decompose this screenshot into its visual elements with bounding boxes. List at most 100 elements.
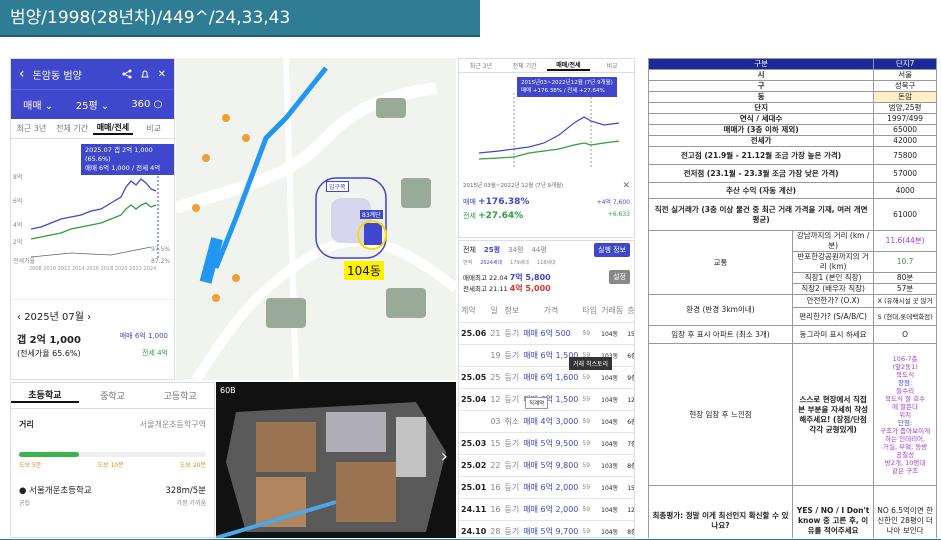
analysis-row: 구 성북구 bbox=[648, 80, 937, 92]
filter-trade[interactable]: 매매 ⌄ bbox=[11, 97, 65, 112]
analysis-row: 동 돈암 bbox=[648, 91, 937, 103]
tab-all[interactable]: 전체 기간 bbox=[503, 61, 547, 70]
share-icon[interactable] bbox=[122, 69, 132, 79]
page-title: 범양/1998(28년차)/449^/24,33,43 bbox=[0, 0, 480, 37]
row-value: 65000 bbox=[873, 124, 937, 136]
deal-cell: 28 bbox=[488, 520, 503, 537]
next-icon[interactable]: › bbox=[441, 446, 448, 467]
chart-tooltip: 2025.07 갭 2억 1,000 (65.6%) 매매 6억 1,000 / … bbox=[81, 144, 174, 175]
walk-bar bbox=[19, 452, 206, 457]
analysis-row: 전고점 (21.9월 - 21.12월 조금 가장 높은 가격) 75800 bbox=[648, 146, 937, 165]
deal-cell: 24.11 bbox=[459, 498, 489, 521]
tab-compare[interactable]: 비교 bbox=[133, 123, 174, 134]
row-traffic-1: 교통 강남까지의 거리 (km / 분) 11.6(44분) bbox=[648, 230, 937, 295]
distance-label: 거리 bbox=[19, 420, 34, 429]
phone-filters: 매매 ⌄ 25평 ⌄ 360 ○ bbox=[11, 89, 174, 119]
price-phone-panel: ‹ 돈암동 범양 ✕ 매매 ⌄ 25평 ⌄ 360 ○ 최근 3년 전체 기간 … bbox=[10, 58, 175, 380]
deal-cell: 22 bbox=[488, 454, 503, 477]
analysis-row: 전저점 (23.1월 - 23.3월 조금 가장 낮은 가격) 57000 bbox=[648, 164, 937, 183]
school-panel: 초등학교 중학교 고등학교 거리 서울개운초등학구역 도보 5분 도보 10분 도보 … bbox=[10, 382, 215, 538]
deal-cell: 등기 bbox=[502, 344, 522, 367]
row-label: 단지 bbox=[648, 102, 875, 114]
deal-row[interactable]: 24.1028등기매매 5억 9,70059104동8층 bbox=[459, 520, 634, 537]
deal-cell: 15층 bbox=[625, 476, 634, 499]
tab-elementary[interactable]: 초등학교 bbox=[11, 388, 79, 403]
ytick: 87.2% bbox=[151, 258, 170, 265]
tab-3y[interactable]: 최근 3년 bbox=[459, 61, 503, 70]
feel-line: 하는 인테리어, bbox=[885, 434, 926, 443]
phone-tabs: 최근 3년 전체 기간 매매/전세 비교 bbox=[11, 119, 174, 139]
feel-line: 방2개, 10평대 bbox=[884, 458, 926, 467]
deal-cell bbox=[459, 410, 489, 433]
deal-row[interactable]: 25.0621등기매매 6억 50059104동15층 bbox=[459, 322, 634, 345]
compare-tooltip: 2015년03~2022년12월 (7년 9개월) 매매 +176.38% / 전… bbox=[517, 77, 617, 97]
deal-cell: 59 bbox=[580, 476, 600, 499]
deal-cell: 16 bbox=[488, 498, 503, 521]
tab-all-size[interactable]: 전체 bbox=[463, 245, 476, 255]
deal-cell: 취소 bbox=[502, 410, 522, 433]
feel-line: 구조가 좁아보이게 bbox=[880, 426, 931, 435]
feel-line: 106-7층 bbox=[892, 354, 918, 363]
feel-line: 거실, 부엌, 동방 bbox=[883, 442, 928, 451]
tab-44[interactable]: 44평 bbox=[531, 245, 546, 255]
deal-cell: 104동 bbox=[599, 498, 626, 521]
deal-cell: 25.03 bbox=[459, 432, 489, 455]
deal-row[interactable]: 25.0116등기매매 6억 2,00059104동15층 bbox=[459, 476, 634, 499]
deal-cell: 104동 bbox=[599, 388, 626, 411]
deal-cell: 6층 bbox=[625, 410, 634, 433]
detail-button[interactable]: 실행 정보 bbox=[594, 243, 630, 257]
tab-25[interactable]: 25평 bbox=[484, 245, 500, 255]
close-icon[interactable]: ✕ bbox=[622, 181, 630, 191]
ytick: 97.5% bbox=[151, 246, 170, 253]
school-meta: 공립 가정 가까움 bbox=[19, 500, 206, 507]
deal-cell: 매매 6억 2,000 bbox=[521, 498, 581, 521]
analysis-row: 매매가 (3층 이하 제외) 65000 bbox=[648, 124, 937, 136]
back-icon[interactable]: ‹ bbox=[19, 66, 25, 82]
filter-view[interactable]: 360 ○ bbox=[120, 99, 174, 110]
tab-34[interactable]: 34평 bbox=[508, 245, 523, 255]
map-label-104: 104동 bbox=[344, 261, 384, 280]
deal-row[interactable]: 03취소매매 4억 3,00059104동6층 bbox=[459, 410, 634, 433]
row-label: 시 bbox=[648, 69, 875, 81]
deal-cell: 8층 bbox=[625, 520, 634, 537]
tab-high[interactable]: 고등학교 bbox=[146, 389, 214, 402]
deal-cell: 59 bbox=[580, 322, 600, 345]
deal-row[interactable]: 24.1116등기매매 6억 2,00059104동12층 bbox=[459, 498, 634, 521]
school-row[interactable]: ● 서울개운초등학교 328m/5분 bbox=[11, 472, 214, 496]
tab-compare[interactable]: 비교 bbox=[590, 61, 634, 70]
close-icon[interactable]: ✕ bbox=[158, 69, 166, 80]
tab-middle[interactable]: 중학교 bbox=[79, 389, 147, 402]
row-label: 구 bbox=[648, 80, 875, 92]
tab-sale-rent[interactable]: 매매/전세 bbox=[546, 60, 591, 71]
deal-cell: 104동 bbox=[599, 520, 626, 537]
filter-size[interactable]: 25평 ⌄ bbox=[65, 97, 119, 112]
gap-value: 갭 2억 1,000 bbox=[17, 335, 81, 346]
bell-icon[interactable] bbox=[140, 69, 150, 79]
rent-line bbox=[30, 202, 157, 240]
deal-cell: 104동 bbox=[599, 410, 626, 433]
deal-cell: 9층 bbox=[625, 366, 634, 389]
row-value: 범양,25평 bbox=[873, 102, 937, 114]
deal-row[interactable]: 25.0315등기매매 5억 9,50059104동7층 bbox=[459, 432, 634, 455]
deal-cell: 등기 bbox=[502, 520, 522, 537]
row-value: 단지7 bbox=[873, 58, 937, 70]
feel-value: 106-7층 (앞2동1) 북도식 장점: 들수리 북도식 잘 호수 에 잘돈다 위치 단점: 구… bbox=[873, 343, 937, 486]
analysis-row: 단지 범양,25평 bbox=[648, 102, 937, 114]
compare-panel: 최근 3년 전체 기간 매매/전세 비교 2015년03~2022년12월 (7… bbox=[458, 58, 635, 238]
tab-all[interactable]: 전체 기간 bbox=[52, 123, 93, 134]
ytick: 2억 bbox=[13, 238, 22, 246]
school-dist: 328m/5분 bbox=[165, 486, 206, 496]
floor-plan-panel: 60B › bbox=[216, 382, 456, 538]
feel-line: 북도식 bbox=[896, 370, 915, 379]
deal-row[interactable]: 25.0222등기매매 5억 9,80059103동8층 bbox=[459, 454, 634, 477]
school-tabs: 초등학교 중학교 고등학교 bbox=[11, 383, 214, 409]
ytick: 8억 bbox=[13, 173, 22, 181]
settings-button[interactable]: 설정 bbox=[609, 270, 630, 284]
row-label: 구분 bbox=[648, 58, 875, 70]
deal-cell: 매매 5억 9,500 bbox=[521, 432, 581, 455]
tab-3y[interactable]: 최근 3년 bbox=[11, 123, 52, 134]
compare-tabs: 최근 3년 전체 기간 매매/전세 비교 bbox=[459, 59, 634, 73]
month-selector[interactable]: ‹ 2025년 07월 › bbox=[11, 299, 174, 331]
phone-title: 돈암동 범양 bbox=[32, 70, 82, 82]
tab-sale-rent[interactable]: 매매/전세 bbox=[92, 122, 134, 135]
